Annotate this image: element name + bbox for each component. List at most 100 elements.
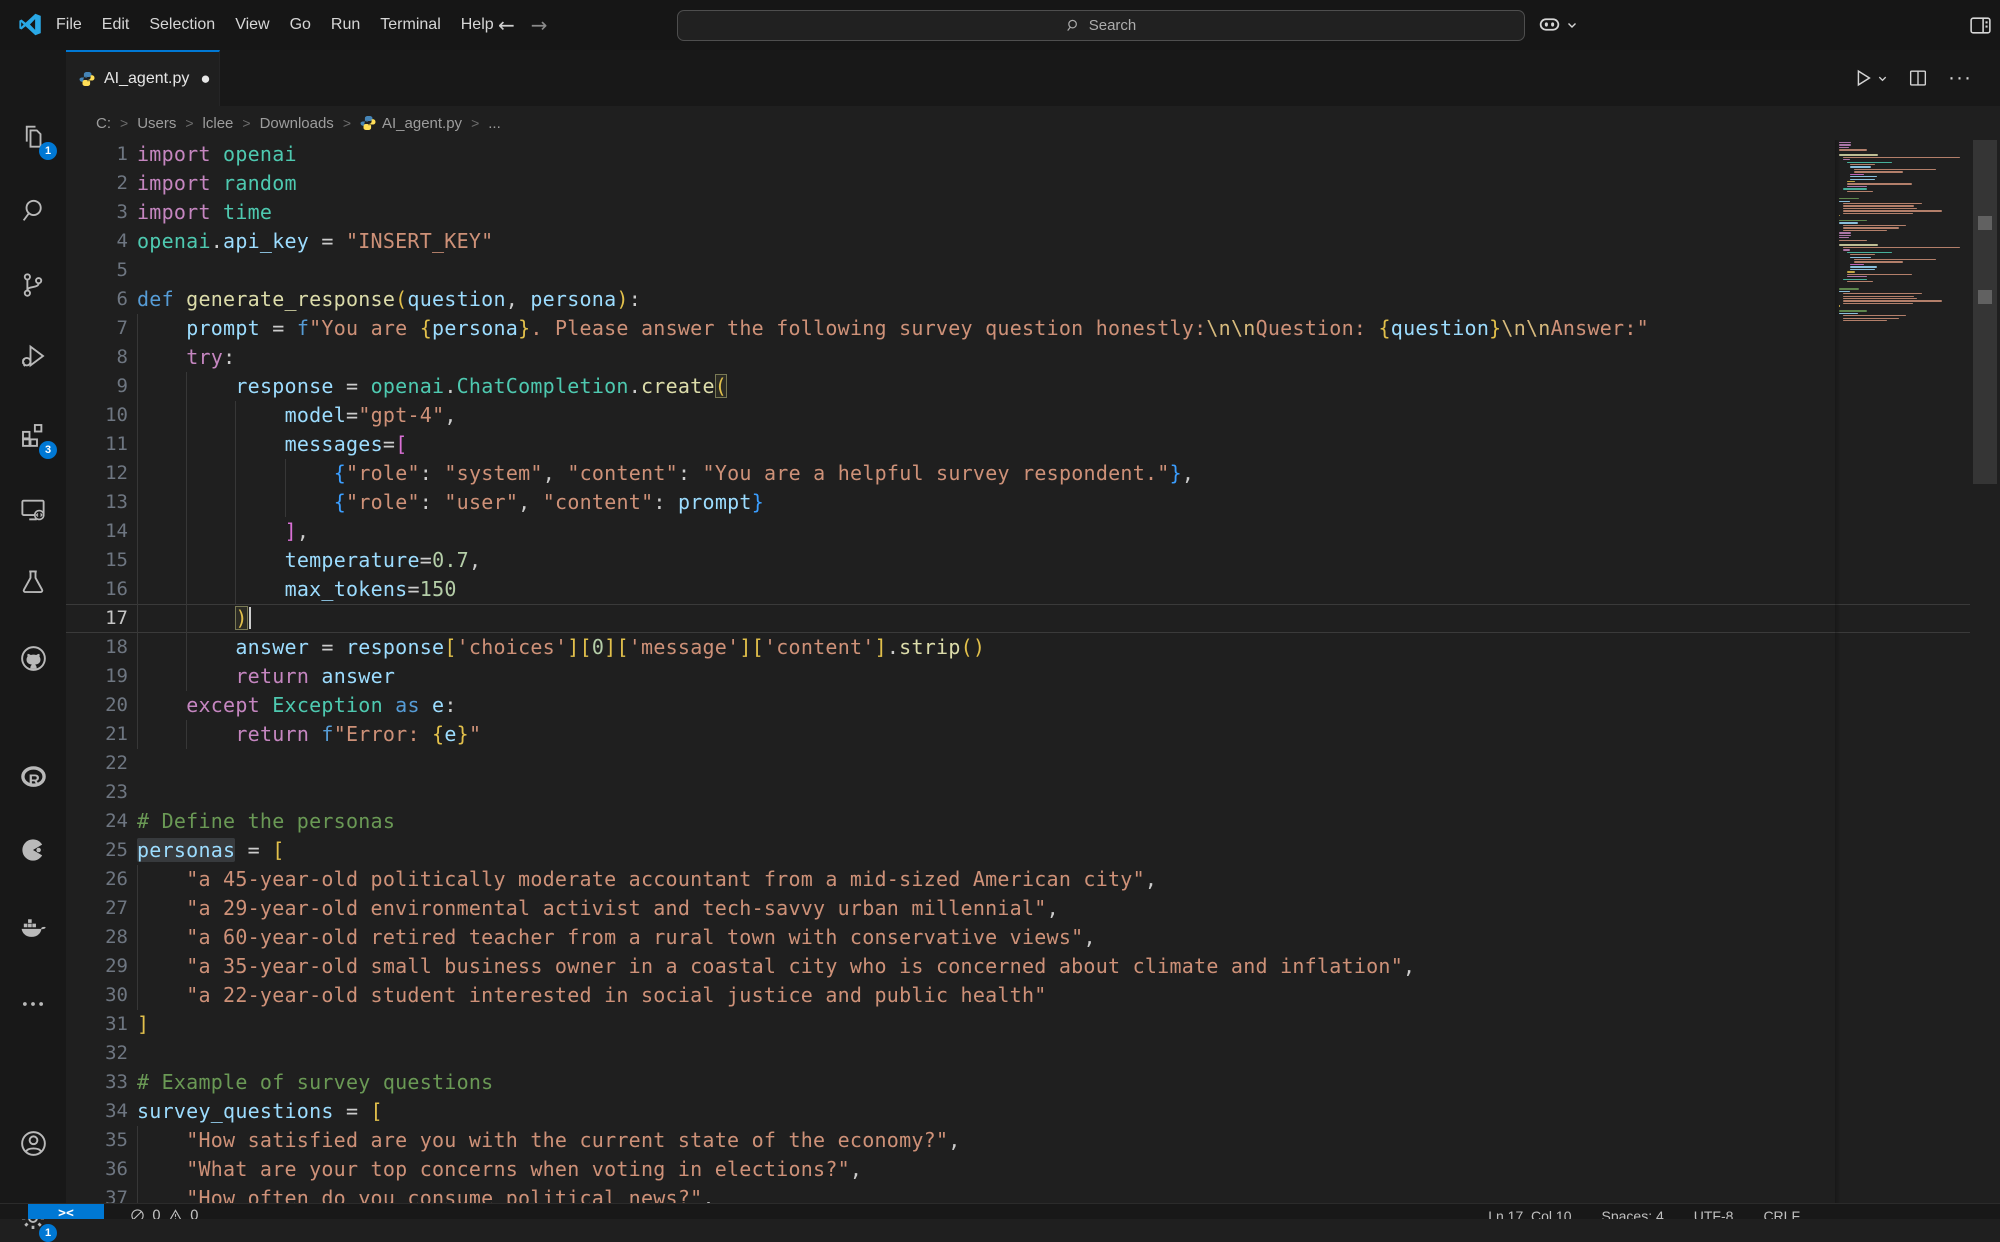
code-line[interactable] [137,749,1835,778]
code-line[interactable]: prompt = f"You are {persona}. Please ans… [137,314,1835,343]
code-line[interactable]: "a 22-year-old student interested in soc… [137,981,1835,1010]
scrollbar-thumb[interactable] [1973,140,1997,484]
code-line[interactable]: # Example of survey questions [137,1068,1835,1097]
code-line[interactable]: messages=[ [137,430,1835,459]
activity-explorer-icon[interactable]: 1 [9,112,57,160]
code-line[interactable]: "What are your top concerns when voting … [137,1155,1835,1184]
code-line[interactable]: openai.api_key = "INSERT_KEY" [137,227,1835,256]
menu-edit[interactable]: Edit [92,11,140,39]
code-line[interactable]: personas = [ [137,836,1835,865]
status-right-items: Ln 17, Col 10 Spaces: 4 UTF-8 CRLF [1488,1208,1800,1219]
copilot-menu[interactable] [1537,12,1578,37]
code-area[interactable]: import openaiimport randomimport timeope… [137,140,1835,1203]
activity-run-debug-icon[interactable] [9,332,57,380]
code-line[interactable] [137,778,1835,807]
menu-bar: FileEditSelectionViewGoRunTerminalHelp [46,0,504,50]
code-line[interactable]: try: [137,343,1835,372]
search-command-center[interactable]: Search [677,10,1525,41]
code-line[interactable]: model="gpt-4", [137,401,1835,430]
breadcrumb-item-lclee[interactable]: lclee [203,115,234,132]
activity-pie-extension-icon[interactable] [9,826,57,874]
activity-github-icon[interactable] [9,634,57,682]
menu-run[interactable]: Run [321,11,370,39]
code-line[interactable]: {"role": "user", "content": prompt} [137,488,1835,517]
line-number: 33 [66,1068,137,1097]
line-number: 22 [66,749,137,778]
minimap-line [1835,283,1970,284]
indent-guide [186,575,235,604]
code-line[interactable] [137,256,1835,285]
indent-guide [235,546,284,575]
remote-indicator[interactable]: >< [28,1204,104,1219]
minimap-line [1850,257,1871,258]
activity-extensions-icon[interactable]: 3 [9,411,57,459]
code-line[interactable]: import random [137,169,1835,198]
problems-status[interactable]: 0 0 [130,1208,199,1219]
code-line[interactable]: survey_questions = [ [137,1097,1835,1126]
status-indentation[interactable]: Spaces: 4 [1602,1208,1664,1219]
code-line[interactable]: "How often do you consume political news… [137,1184,1835,1203]
code-line[interactable]: "a 29-year-old environmental activist an… [137,894,1835,923]
menu-selection[interactable]: Selection [139,11,225,39]
status-eol[interactable]: CRLF [1763,1208,1800,1219]
code-line[interactable]: "a 45-year-old politically moderate acco… [137,865,1835,894]
status-encoding[interactable]: UTF-8 [1694,1208,1734,1219]
activity-docker-icon[interactable] [9,902,57,950]
code-line[interactable]: "How satisfied are you with the current … [137,1126,1835,1155]
breadcrumb-item-users[interactable]: Users [137,115,176,132]
code-line[interactable]: ) [137,604,1835,633]
code-line[interactable]: import time [137,198,1835,227]
customize-layout-icon[interactable] [1968,13,1993,38]
line-number: 6 [66,285,137,314]
menu-terminal[interactable]: Terminal [370,11,450,39]
breadcrumb-item-c[interactable]: C: [96,115,111,132]
menu-view[interactable]: View [225,11,279,39]
minimap-line [1835,196,1970,197]
breadcrumb-item-aiagentpy[interactable]: AI_agent.py [360,115,462,132]
activity-remote-explorer-icon[interactable] [9,486,57,534]
code-line[interactable]: return answer [137,662,1835,691]
forward-arrow-icon[interactable]: → [531,13,548,37]
minimap[interactable] [1835,140,1970,1203]
indent-guide [186,488,235,517]
code-line[interactable]: ] [137,1010,1835,1039]
breadcrumb-item-[interactable]: ... [488,115,501,132]
code-line[interactable]: response = openai.ChatCompletion.create( [137,372,1835,401]
minimap-line [1843,230,1888,231]
more-actions-button[interactable]: ··· [1948,66,1972,90]
run-python-file-button[interactable] [1852,67,1888,89]
line-number: 4 [66,227,137,256]
code-line[interactable]: except Exception as e: [137,691,1835,720]
minimap-line [1850,179,1875,180]
code-line[interactable]: import openai [137,140,1835,169]
code-line[interactable] [137,1039,1835,1068]
vertical-scrollbar[interactable] [1970,140,2000,1203]
code-line[interactable]: "a 35-year-old small business owner in a… [137,952,1835,981]
code-line[interactable]: {"role": "system", "content": "You are a… [137,459,1835,488]
back-arrow-icon[interactable]: ← [498,13,515,37]
editor[interactable]: 1234567891011121314151617181920212223242… [66,140,2000,1203]
activity-account-icon[interactable] [9,1119,57,1167]
activity-source-control-icon[interactable] [9,261,57,309]
activity-r-language-icon[interactable]: R [9,754,57,802]
code-line[interactable]: temperature=0.7, [137,546,1835,575]
modified-dot-icon[interactable]: ● [200,69,210,89]
minimap-line [1843,203,1922,204]
split-editor-button[interactable] [1907,67,1929,89]
menu-go[interactable]: Go [280,11,321,39]
activity-more-icon[interactable] [9,980,57,1028]
code-line[interactable]: # Define the personas [137,807,1835,836]
code-line[interactable]: max_tokens=150 [137,575,1835,604]
code-line[interactable]: ], [137,517,1835,546]
breadcrumb-item-downloads[interactable]: Downloads [260,115,334,132]
code-line[interactable]: answer = response['choices'][0]['message… [137,633,1835,662]
menu-file[interactable]: File [46,11,92,39]
activity-testing-icon[interactable] [9,558,57,606]
code-line[interactable]: def generate_response(question, persona)… [137,285,1835,314]
menu-help[interactable]: Help [451,11,504,39]
activity-search-icon[interactable] [9,187,57,235]
status-cursor-position[interactable]: Ln 17, Col 10 [1488,1208,1571,1219]
tab-ai-agent-py[interactable]: AI_agent.py ● [66,50,220,106]
code-line[interactable]: "a 60-year-old retired teacher from a ru… [137,923,1835,952]
code-line[interactable]: return f"Error: {e}" [137,720,1835,749]
